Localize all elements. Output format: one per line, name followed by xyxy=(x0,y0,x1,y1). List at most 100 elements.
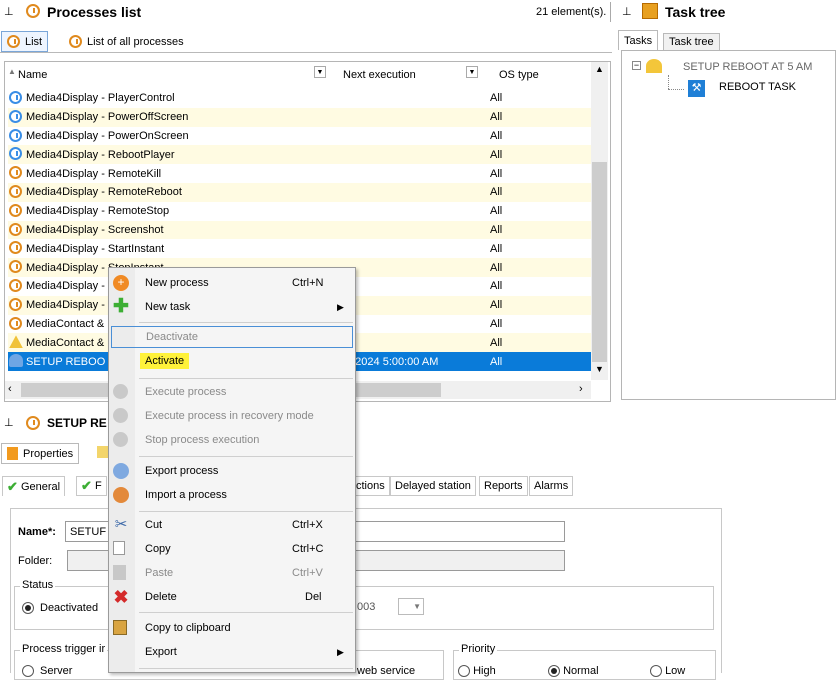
scroll-up-icon[interactable]: ▲ xyxy=(595,64,604,74)
menu-separator xyxy=(139,378,353,379)
menu-item-copy[interactable]: Copy Ctrl+C xyxy=(109,538,355,560)
menu-item-paste[interactable]: Paste Ctrl+V xyxy=(109,562,355,584)
menu-label: New task xyxy=(145,301,191,313)
menu-item-execute-recovery[interactable]: Execute process in recovery mode xyxy=(109,405,355,427)
menu-label: Copy xyxy=(145,543,171,555)
clock-icon xyxy=(69,35,82,48)
scissors-icon: ✂ xyxy=(114,516,128,533)
menu-item-stop-execution[interactable]: Stop process execution xyxy=(109,429,355,451)
menu-item-delete[interactable]: ✖ Delete Del xyxy=(109,586,355,608)
wrench-icon: ⚒ xyxy=(688,80,705,97)
table-row[interactable]: Media4Display - PlayerControl All xyxy=(8,89,591,108)
menu-shortcut: Ctrl+X xyxy=(292,519,323,531)
tab-label: Properties xyxy=(23,447,74,460)
column-label: OS type xyxy=(499,69,539,81)
tab-actions[interactable]: ctions xyxy=(352,476,390,496)
menu-item-cut[interactable]: ✂ Cut Ctrl+X xyxy=(109,514,355,536)
clock-icon xyxy=(9,185,22,198)
os-type: All xyxy=(490,280,503,293)
tab-all-processes[interactable]: List of all processes xyxy=(64,31,189,52)
pin-icon[interactable]: ⊥ xyxy=(622,5,632,18)
trigger-radio[interactable] xyxy=(22,665,34,678)
menu-item-export[interactable]: Export ▶ xyxy=(109,641,355,663)
process-name: Media4Display - PowerOffScreen xyxy=(26,111,189,124)
priority-normal-radio[interactable]: Normal xyxy=(548,665,599,678)
status-value: Deactivated xyxy=(40,602,99,614)
scroll-left-icon[interactable]: ‹ xyxy=(8,383,12,395)
tab-list[interactable]: List xyxy=(1,31,49,52)
tab-task-tree[interactable]: Task tree xyxy=(663,33,720,51)
radio-icon xyxy=(650,665,662,678)
tab-alarms[interactable]: Alarms xyxy=(529,476,574,496)
export-process-icon xyxy=(113,463,129,479)
table-row[interactable]: Media4Display - RemoteStop All xyxy=(8,202,591,221)
os-type: All xyxy=(490,92,503,105)
clock-icon xyxy=(9,279,22,292)
tab-tasks[interactable]: Tasks xyxy=(618,30,659,50)
priority-low-radio[interactable]: Low xyxy=(650,665,685,678)
table-row[interactable]: Media4Display - Screenshot All xyxy=(8,220,591,240)
status-radio[interactable] xyxy=(22,602,34,615)
process-name: Media4Display - RemoteReboot xyxy=(26,186,182,199)
menu-label: Execute process xyxy=(145,386,227,398)
menu-item-export-process[interactable]: Export process xyxy=(109,460,355,482)
new-task-icon: ✚ xyxy=(113,296,129,317)
pin-icon[interactable]: ⊥ xyxy=(4,416,14,429)
menu-item-import-process[interactable]: Import a process xyxy=(109,484,355,506)
table-row[interactable]: Media4Display - RemoteKill All xyxy=(8,164,591,183)
os-type: All xyxy=(490,205,503,218)
clock-icon xyxy=(9,147,22,161)
name-label: Name*: xyxy=(18,526,56,538)
menu-item-copy-to-clipboard[interactable]: Copy to clipboard xyxy=(109,617,355,639)
divider xyxy=(610,2,611,22)
sort-icon: ▲ xyxy=(8,67,16,76)
table-row[interactable]: Media4Display - StartInstant All xyxy=(8,239,591,258)
table-row[interactable]: Media4Display - PowerOffScreen All xyxy=(8,107,591,127)
menu-item-deactivate[interactable]: Deactivate xyxy=(111,326,353,348)
tree-child-label[interactable]: REBOOT TASK xyxy=(719,81,796,93)
submenu-arrow-icon: ▶ xyxy=(337,301,344,312)
scroll-right-icon[interactable]: › xyxy=(579,383,583,395)
menu-label: New process xyxy=(145,277,209,289)
clock-icon xyxy=(26,4,40,18)
filter-icon[interactable]: ▼ xyxy=(314,66,326,78)
tree-root-label[interactable]: SETUP REBOOT AT 5 AM xyxy=(683,61,812,73)
menu-item-new-task[interactable]: ✚ New task ▶ xyxy=(109,296,355,318)
task-tree-pane: ⊥ Task tree Tasks Task tree − SETUP REBO… xyxy=(614,0,836,402)
radio-icon xyxy=(22,665,34,678)
menu-item-activate[interactable]: Activate xyxy=(109,350,355,372)
status-label: Status xyxy=(20,579,56,591)
process-name: SETUP REBOO xyxy=(26,355,106,368)
menu-label: Delete xyxy=(145,591,177,603)
collapse-icon[interactable]: − xyxy=(632,61,641,70)
process-name: Media4Display - RemoteKill xyxy=(26,167,162,180)
tab-properties[interactable]: Properties xyxy=(1,443,80,464)
tab-general[interactable]: ✔ General xyxy=(2,476,66,496)
trigger-label: Process trigger ir xyxy=(20,643,108,655)
calendar-dropdown-icon[interactable]: ▼ xyxy=(398,598,424,615)
pin-icon[interactable]: ⊥ xyxy=(4,5,14,18)
column-header-os-type[interactable]: OS type xyxy=(498,66,578,86)
scrollbar-thumb[interactable] xyxy=(592,162,607,362)
column-header-next-execution[interactable]: Next execution ▼ xyxy=(342,66,482,86)
tab-f[interactable]: ✔ F xyxy=(76,476,107,496)
copy-icon xyxy=(113,541,125,555)
import-process-icon xyxy=(113,487,129,503)
table-row[interactable]: Media4Display - RebootPlayer All xyxy=(8,145,591,165)
menu-item-execute-process[interactable]: Execute process xyxy=(109,381,355,403)
tab-delayed-station[interactable]: Delayed station xyxy=(390,476,476,496)
process-name: Media4Display - PlayerControl xyxy=(26,92,175,105)
tab-reports[interactable]: Reports xyxy=(479,476,528,496)
scroll-down-icon[interactable]: ▼ xyxy=(595,364,604,374)
column-header-name[interactable]: ▲ Name ▼ xyxy=(8,66,332,86)
process-name: MediaContact & xyxy=(26,317,105,330)
table-row[interactable]: Media4Display - PowerOnScreen All xyxy=(8,127,591,146)
menu-item-new-process[interactable]: + New process Ctrl+N xyxy=(109,272,355,294)
priority-high-radio[interactable]: High xyxy=(458,665,496,678)
submenu-arrow-icon: ▶ xyxy=(337,646,344,657)
filter-icon[interactable]: ▼ xyxy=(466,66,478,78)
vertical-scrollbar[interactable]: ▲ ▼ xyxy=(591,62,608,380)
tab-label: Reports xyxy=(484,480,523,492)
menu-shortcut: Ctrl+V xyxy=(292,567,323,579)
table-row[interactable]: Media4Display - RemoteReboot All xyxy=(8,183,591,202)
